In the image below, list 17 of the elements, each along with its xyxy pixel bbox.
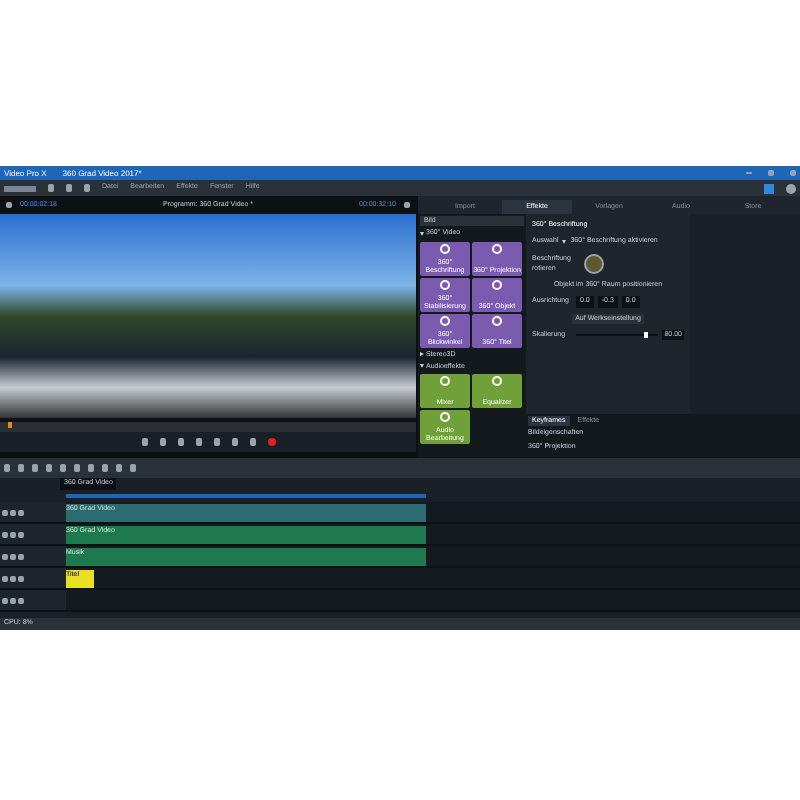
caret-icon[interactable] — [420, 352, 424, 357]
slider-thumb[interactable] — [643, 331, 648, 338]
layout-button[interactable] — [764, 183, 774, 193]
caret-icon[interactable] — [562, 239, 567, 244]
effect-icon — [440, 243, 450, 253]
effect-icon — [440, 279, 450, 289]
effect-icon — [440, 376, 450, 386]
effect-icon — [440, 315, 450, 325]
caret-icon[interactable] — [420, 231, 424, 236]
effect-icon — [492, 279, 502, 289]
record-icon[interactable] — [267, 438, 275, 446]
effect-icon — [440, 412, 450, 422]
orientation-dial[interactable] — [584, 253, 604, 274]
caret-icon[interactable] — [420, 364, 424, 369]
effect-icon — [492, 376, 502, 386]
effect-icon — [492, 315, 502, 325]
effect-icon — [492, 243, 502, 253]
